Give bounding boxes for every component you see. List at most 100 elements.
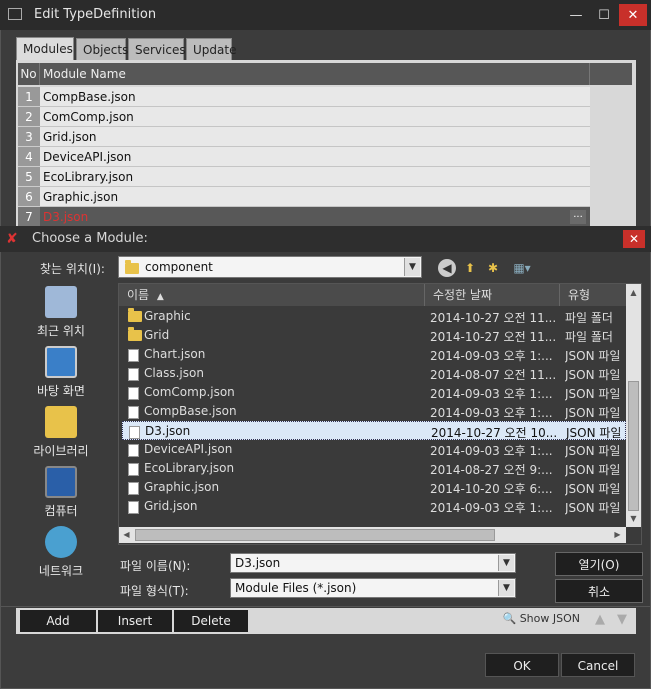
add-button[interactable]: Add	[20, 610, 96, 632]
table-row[interactable]: 6 Graphic.json	[18, 187, 590, 207]
dialog-close-icon[interactable]: ✕	[623, 230, 645, 248]
lookin-value: component	[145, 260, 213, 274]
file-type: JSON 파일	[565, 463, 621, 477]
table-row[interactable]: 3 Grid.json	[18, 127, 590, 147]
file-name: DeviceAPI.json	[144, 442, 233, 456]
file-row[interactable]: Grid.json 2014-09-03 오후 1:... JSON 파일	[122, 497, 626, 516]
module-name: EcoLibrary.json	[40, 167, 590, 187]
filetype-select[interactable]: Module Files (*.json) ▼	[230, 578, 516, 598]
new-folder-icon[interactable]: ✱	[484, 259, 502, 277]
file-type: 파일 폴더	[565, 330, 613, 344]
file-row[interactable]: Chart.json 2014-09-03 오후 1:... JSON 파일	[122, 345, 626, 364]
browse-module-button[interactable]: ...	[570, 210, 586, 224]
back-icon[interactable]: ◀	[438, 259, 456, 277]
show-json-label: Show JSON	[519, 612, 580, 625]
file-type: JSON 파일	[565, 406, 621, 420]
file-icon	[128, 501, 139, 514]
chevron-down-icon[interactable]: ▼	[498, 580, 514, 596]
column-module-name[interactable]: Module Name	[40, 63, 590, 85]
module-name: CompBase.json	[40, 87, 590, 107]
file-modified: 2014-09-03 오후 1:...	[430, 444, 553, 458]
table-row[interactable]: 1 CompBase.json	[18, 87, 590, 107]
tab-modules[interactable]: Modules	[16, 37, 74, 60]
place-libraries[interactable]: 라이브러리	[26, 406, 96, 459]
column-name-label: 이름	[127, 288, 150, 302]
scroll-left-icon[interactable]: ◀	[120, 530, 133, 539]
tab-services[interactable]: Services	[128, 38, 186, 60]
filename-label: 파일 이름(N):	[120, 559, 191, 573]
file-icon	[128, 482, 139, 495]
column-modified[interactable]: 수정한 날짜	[425, 284, 560, 306]
lookin-label: 찾는 위치(I):	[40, 262, 105, 276]
network-icon	[45, 526, 77, 558]
file-row[interactable]: CompBase.json 2014-09-03 오후 1:... JSON 파일	[122, 402, 626, 421]
chevron-down-icon[interactable]: ▼	[498, 555, 514, 571]
tab-objects[interactable]: Objects	[76, 38, 128, 60]
column-name[interactable]: 이름 ▲	[119, 284, 425, 306]
table-row[interactable]: 2 ComComp.json	[18, 107, 590, 127]
close-icon[interactable]: ✕	[619, 4, 647, 26]
file-type: JSON 파일	[565, 501, 621, 515]
insert-button[interactable]: Insert	[98, 610, 172, 632]
folder-icon	[128, 308, 142, 322]
horizontal-scroll-thumb[interactable]	[135, 529, 495, 541]
filename-value: D3.json	[235, 556, 281, 570]
column-no[interactable]: No	[18, 63, 40, 85]
file-row[interactable]: Graphic 2014-10-27 오전 11... 파일 폴더	[122, 307, 626, 326]
place-label: 컴퓨터	[44, 504, 78, 518]
scroll-down-icon[interactable]: ▼	[627, 514, 640, 523]
table-row[interactable]: 4 DeviceAPI.json	[18, 147, 590, 167]
tab-update[interactable]: Update	[186, 38, 236, 60]
place-computer[interactable]: 컴퓨터	[26, 466, 96, 519]
sort-up-icon: ▲	[156, 292, 164, 302]
module-name: ComComp.json	[40, 107, 590, 127]
vertical-scroll-thumb[interactable]	[628, 381, 639, 511]
file-modified: 2014-10-27 오전 10...	[431, 426, 558, 440]
scroll-up-icon[interactable]: ▲	[627, 288, 640, 297]
open-button[interactable]: 열기(O)	[555, 552, 643, 576]
file-row[interactable]: EcoLibrary.json 2014-08-27 오전 9:... JSON 파…	[122, 459, 626, 478]
file-row[interactable]: Class.json 2014-08-07 오전 11... JSON 파일	[122, 364, 626, 383]
file-modified: 2014-09-03 오후 1:...	[430, 501, 553, 515]
file-name: Class.json	[144, 366, 204, 380]
filename-input[interactable]: D3.json ▼	[230, 553, 516, 573]
file-modified: 2014-10-27 오전 11...	[430, 330, 557, 344]
file-icon	[128, 444, 139, 457]
ok-button[interactable]: OK	[485, 653, 559, 677]
file-row-selected[interactable]: D3.json 2014-10-27 오전 10... JSON 파일	[122, 421, 626, 440]
file-modified: 2014-08-07 오전 11...	[430, 368, 557, 382]
file-row[interactable]: Graphic.json 2014-10-20 오후 6:... JSON 파일	[122, 478, 626, 497]
view-menu-icon[interactable]: ▦▾	[510, 259, 534, 277]
column-type[interactable]: 유형	[560, 284, 626, 306]
place-recent[interactable]: 최근 위치	[26, 286, 96, 339]
maximize-icon[interactable]: ☐	[590, 4, 618, 26]
dialog-cancel-button[interactable]: 취소	[555, 579, 643, 603]
file-row[interactable]: Grid 2014-10-27 오전 11... 파일 폴더	[122, 326, 626, 345]
file-row[interactable]: DeviceAPI.json 2014-09-03 오후 1:... JSON 파일	[122, 440, 626, 459]
place-desktop[interactable]: 바탕 화면	[26, 346, 96, 399]
minimize-icon[interactable]: —	[562, 4, 590, 26]
scroll-right-icon[interactable]: ▶	[611, 530, 624, 539]
place-label: 네트워크	[38, 564, 84, 578]
folder-icon	[125, 260, 139, 274]
magnifier-icon: 🔍	[502, 612, 517, 625]
file-icon	[129, 426, 140, 439]
place-network[interactable]: 네트워크	[26, 526, 96, 579]
file-row[interactable]: ComComp.json 2014-09-03 오후 1:... JSON 파일	[122, 383, 626, 402]
delete-button[interactable]: Delete	[174, 610, 248, 632]
file-type: 파일 폴더	[565, 311, 613, 325]
move-down-icon[interactable]: ▼	[614, 612, 630, 628]
module-name: Grid.json	[40, 127, 590, 147]
file-modified: 2014-09-03 오후 1:...	[430, 387, 553, 401]
move-up-icon[interactable]: ▲	[592, 612, 608, 628]
show-json-button[interactable]: 🔍 Show JSON	[503, 612, 581, 625]
table-row-selected[interactable]: 7 D3.json...	[18, 207, 590, 227]
up-folder-icon[interactable]: ⬆	[461, 259, 479, 277]
lookin-dropdown[interactable]: component ▼	[118, 256, 422, 278]
desktop-icon	[45, 346, 77, 378]
file-name: D3.json	[145, 424, 191, 438]
chevron-down-icon[interactable]: ▼	[404, 258, 420, 276]
table-row[interactable]: 5 EcoLibrary.json	[18, 167, 590, 187]
file-type: JSON 파일	[565, 368, 621, 382]
cancel-button[interactable]: Cancel	[561, 653, 635, 677]
